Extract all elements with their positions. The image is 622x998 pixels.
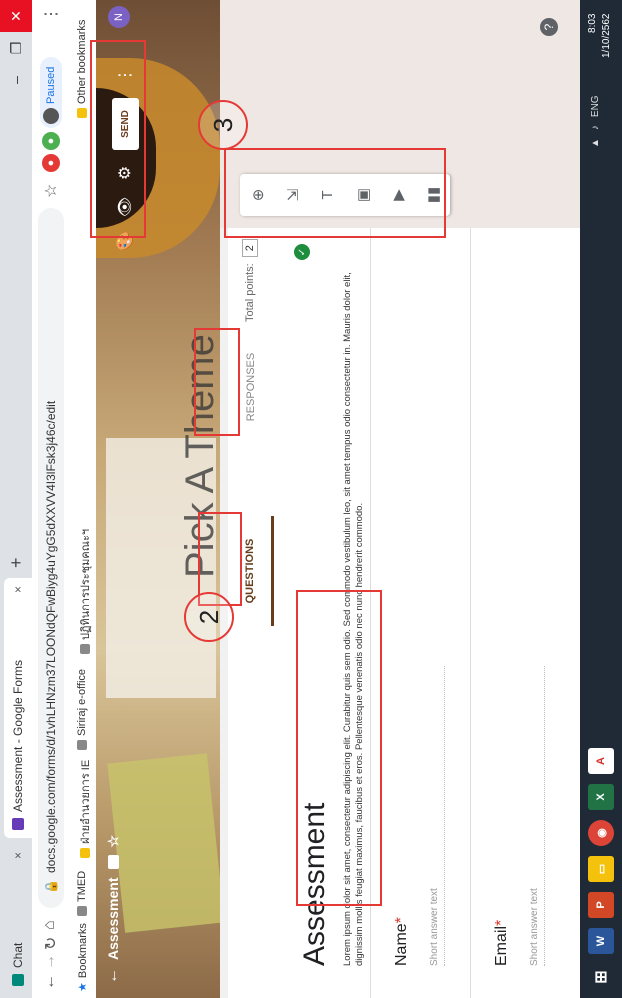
globe-icon (77, 740, 87, 750)
language-indicator[interactable]: ENG (590, 95, 601, 117)
bookmark-item[interactable]: ปฏิทินการประชุมคณะฯ (76, 529, 94, 654)
close-tab-icon[interactable]: × (11, 852, 25, 859)
powerpoint-icon[interactable]: P (588, 892, 614, 918)
star-icon: ★ (77, 982, 89, 992)
close-window-icon[interactable]: ✕ (0, 0, 32, 32)
annotation-circle-3: 3 (198, 100, 248, 150)
bookmark-item[interactable]: TMED (76, 871, 88, 916)
globe-icon (77, 906, 87, 916)
excel-icon[interactable]: X (588, 784, 614, 810)
extension-icon[interactable]: ● (42, 154, 60, 172)
profile-avatar (43, 108, 59, 124)
back-arrow-icon[interactable]: ← (104, 968, 122, 984)
back-icon[interactable]: ← (41, 974, 59, 990)
url-bar[interactable]: 🔒 docs.google.com/forms/d/1vhLHNzm37LOON… (38, 208, 64, 908)
browser-tab-bar: Chat × Assessment - Google Forms × + – ❐… (0, 0, 32, 998)
annotation-circle-2: 2 (184, 592, 234, 642)
menu-kebab-icon[interactable]: ⋮ (41, 6, 61, 22)
system-tray: ▲ ♪ ENG (590, 95, 601, 148)
windows-start-icon[interactable]: ⊞ (588, 964, 614, 990)
annotation-box (296, 590, 382, 906)
close-tab-icon[interactable]: × (11, 586, 25, 593)
tab-chat[interactable]: Chat × (4, 844, 32, 994)
volume-icon[interactable]: ♪ (590, 125, 601, 130)
account-avatar[interactable]: N (108, 6, 130, 28)
question-label: Name* (393, 917, 410, 966)
short-answer-field[interactable]: Short answer text (529, 666, 545, 966)
chat-icon (12, 974, 24, 986)
theme-sticky-note (107, 753, 225, 933)
annotation-box-toolbar (90, 40, 146, 238)
total-points: Total points: 2 (242, 239, 258, 322)
forward-icon[interactable]: → (41, 954, 59, 970)
system-clock[interactable]: 8:03 1/10/2562 (586, 14, 614, 59)
acrobat-icon[interactable]: A (588, 748, 614, 774)
screen: Chat × Assessment - Google Forms × + – ❐… (0, 0, 622, 998)
bookmark-item[interactable]: ★ Bookmarks (76, 923, 90, 992)
minimize-icon[interactable]: – (0, 64, 32, 96)
new-tab-button[interactable]: + (6, 557, 27, 568)
questions-area: Name* Short answer text Email* Short ans… (370, 228, 580, 998)
home-icon[interactable]: ⌂ (41, 920, 59, 930)
folder-icon (77, 108, 87, 118)
chrome-icon[interactable]: ◉ (588, 820, 614, 846)
bookmark-star-icon[interactable]: ☆ (41, 184, 61, 198)
short-answer-field[interactable]: Short answer text (429, 666, 445, 966)
extension-icon[interactable]: ● (42, 132, 60, 150)
word-icon[interactable]: W (588, 928, 614, 954)
network-icon[interactable]: ▲ (590, 138, 601, 148)
folder-icon (80, 848, 90, 858)
total-points-value: 2 (242, 239, 258, 258)
form-name-bar: ← Assessment ☆ (104, 835, 122, 984)
form-name[interactable]: Assessment (105, 878, 121, 961)
question-label: Email* (493, 919, 510, 966)
forms-icon (12, 818, 24, 830)
question-card[interactable]: Name* Short answer text (370, 228, 471, 998)
other-bookmarks[interactable]: Other bookmarks (76, 20, 88, 118)
annotation-box-fab (224, 148, 446, 238)
folder-icon[interactable] (107, 855, 119, 870)
annotation-box-responses (194, 328, 240, 436)
reload-icon[interactable]: ↻ (41, 937, 61, 950)
file-explorer-icon[interactable]: ▭ (588, 856, 614, 882)
profile-paused[interactable]: Paused (40, 56, 62, 128)
lock-icon: 🔒 (44, 879, 58, 894)
question-card[interactable]: Email* Short answer text (470, 228, 571, 998)
help-icon[interactable]: ? (540, 18, 558, 36)
globe-icon (80, 644, 90, 654)
restore-icon[interactable]: ❐ (0, 32, 32, 64)
check-circle-icon: ✓ (294, 244, 310, 260)
bookmark-item[interactable]: ฝ่ายอำนวยการ IE (76, 760, 94, 858)
required-mark: * (393, 917, 410, 924)
required-mark: * (493, 919, 510, 926)
windows-taskbar: ⊞ W P ▭ ◉ X A ▲ ♪ ENG 8:03 1/10/2562 (580, 0, 622, 998)
address-row: ← → ↻ ⌂ 🔒 docs.google.com/forms/d/1vhLHN… (32, 0, 70, 998)
tab-assessment[interactable]: Assessment - Google Forms × (4, 578, 32, 838)
star-icon[interactable]: ☆ (105, 835, 122, 848)
bookmark-item[interactable]: Siriraj e-office (76, 669, 88, 750)
